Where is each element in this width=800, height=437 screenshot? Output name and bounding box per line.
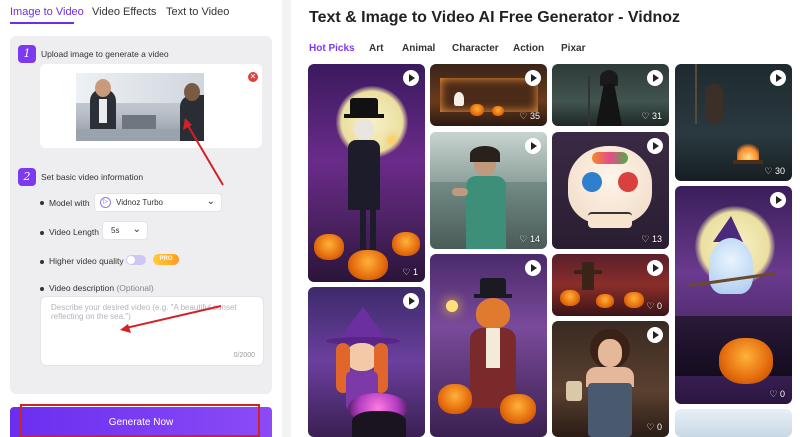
description-box: 0/2000 [40, 296, 264, 366]
quality-label: Higher video quality [49, 256, 124, 266]
optional-tag: (Optional) [116, 283, 154, 293]
step-1-label: Upload image to generate a video [41, 49, 169, 59]
bullet [40, 260, 44, 264]
length-select[interactable]: 5s ⌄ [102, 221, 148, 240]
category-hot-picks[interactable]: Hot Picks [309, 43, 355, 54]
description-label-text: Video description [49, 283, 115, 293]
mode-tabs: Image to Video Video Effects Text to Vid… [0, 0, 282, 30]
tab-text-to-video[interactable]: Text to Video [166, 6, 229, 18]
play-icon[interactable] [403, 70, 419, 86]
step-1-badge: 1 [18, 45, 36, 63]
like-count: ♡ 30 [764, 166, 785, 176]
gallery-card-scarecrow-field[interactable]: ♡ 0 [552, 254, 669, 316]
gallery-card-campfire-swing[interactable]: ♡ 30 [675, 64, 792, 181]
play-icon[interactable] [647, 260, 663, 276]
gallery-card-hospital-nurse[interactable]: ♡ 14 [430, 132, 547, 249]
category-character[interactable]: Character [452, 43, 499, 54]
play-icon[interactable] [525, 260, 541, 276]
bullet [40, 231, 44, 235]
gallery-panel: Text & Image to Video AI Free Generator … [291, 0, 800, 437]
length-label: Video Length [49, 227, 99, 237]
character-counter: 0/2000 [233, 352, 255, 359]
gallery-card-ghost-witch[interactable]: ♡ 0 [675, 186, 792, 404]
category-animal[interactable]: Animal [402, 43, 435, 54]
step-2-badge: 2 [18, 168, 36, 186]
tab-image-to-video[interactable]: Image to Video [10, 6, 84, 18]
gallery-card-skeleton-magician[interactable]: ♡ 1 [308, 64, 425, 282]
remove-image-icon[interactable]: ✕ [248, 72, 258, 82]
bullet [40, 201, 44, 205]
uploaded-image-preview [76, 73, 204, 141]
model-label: Model with [49, 198, 90, 208]
play-icon[interactable] [647, 327, 663, 343]
vidnoz-logo-icon: ▷ [100, 197, 111, 208]
play-icon[interactable] [647, 70, 663, 86]
pro-badge: PRO [153, 254, 179, 265]
like-count: ♡ 1 [402, 267, 418, 277]
like-count: ♡ 13 [641, 234, 662, 244]
like-count: ♡ 14 [519, 234, 540, 244]
play-icon[interactable] [525, 70, 541, 86]
model-value: Vidnoz Turbo [116, 198, 163, 207]
description-label: Video description (Optional) [49, 283, 154, 293]
gallery-card-fox-magician[interactable] [430, 254, 547, 437]
play-icon[interactable] [770, 70, 786, 86]
like-count: ♡ 0 [769, 389, 785, 399]
annotation-highlight-box [20, 404, 260, 437]
play-icon[interactable] [770, 192, 786, 208]
page-title: Text & Image to Video AI Free Generator … [309, 9, 681, 26]
gallery-card-haunted-house[interactable]: ♡ 35 [430, 64, 547, 126]
like-count: ♡ 0 [646, 301, 662, 311]
play-icon[interactable] [647, 138, 663, 154]
like-count: ♡ 35 [519, 111, 540, 121]
model-select[interactable]: ▷ Vidnoz Turbo ⌄ [94, 193, 222, 212]
active-tab-indicator [10, 22, 74, 24]
category-action[interactable]: Action [513, 43, 544, 54]
upload-image-box[interactable]: ✕ [40, 64, 262, 148]
category-art[interactable]: Art [369, 43, 383, 54]
chevron-down-icon: ⌄ [132, 224, 141, 235]
quality-toggle[interactable] [126, 255, 146, 265]
gallery-card-sugar-skull[interactable]: ♡ 13 [552, 132, 669, 249]
generator-panel: Image to Video Video Effects Text to Vid… [0, 0, 282, 437]
play-icon[interactable] [525, 138, 541, 154]
play-icon[interactable] [403, 293, 419, 309]
like-count: ♡ 31 [641, 111, 662, 121]
length-value: 5s [111, 226, 120, 235]
tab-video-effects[interactable]: Video Effects [92, 6, 156, 18]
step-2-label: Set basic video information [41, 172, 144, 182]
video-description-input[interactable] [51, 303, 251, 343]
gallery-card-victorian-woman[interactable]: ♡ 0 [552, 321, 669, 437]
gallery-card-grim-reaper[interactable]: ♡ 31 [552, 64, 669, 126]
gallery-card-witch-girl[interactable] [308, 287, 425, 437]
bullet [40, 287, 44, 291]
chevron-down-icon: ⌄ [206, 196, 215, 207]
category-pixar[interactable]: Pixar [561, 43, 585, 54]
gallery-card-snow-scene[interactable] [675, 409, 792, 437]
like-count: ♡ 0 [646, 422, 662, 432]
